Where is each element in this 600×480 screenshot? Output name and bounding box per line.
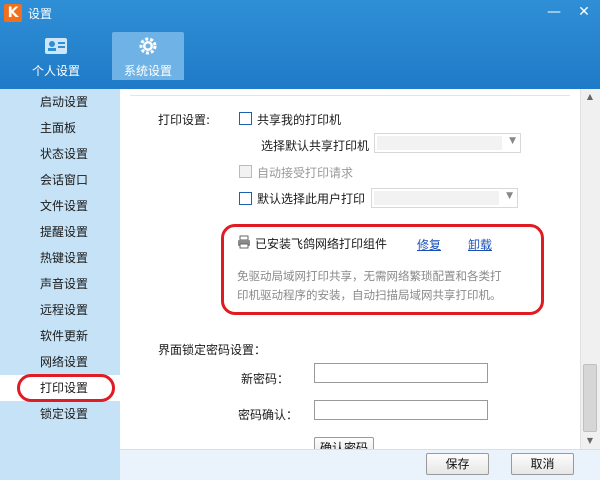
sidebar-item-software-update[interactable]: 软件更新 [0, 323, 120, 349]
sidebar-item-chat-window[interactable]: 会话窗口 [0, 167, 120, 193]
gear-icon [139, 37, 157, 55]
annotation-highlight-box [221, 224, 544, 315]
chevron-down-icon: ▼ [506, 191, 513, 201]
sidebar-item-main-panel[interactable]: 主面板 [0, 115, 120, 141]
tab-personal-settings[interactable]: 个人设置 [20, 32, 92, 80]
auto-accept-label: 自动接受打印请求 [257, 166, 354, 180]
scroll-up-icon[interactable]: ▲ [580, 89, 600, 105]
default-user-print-checkbox[interactable] [239, 192, 252, 205]
default-share-printer-label: 选择默认共享打印机 [261, 139, 370, 153]
tab-system-settings-label: 系统设置 [123, 64, 172, 78]
chevron-down-icon: ▼ [509, 136, 516, 146]
cancel-button[interactable]: 取消 [511, 453, 574, 475]
tab-system-settings[interactable]: 系统设置 [112, 32, 184, 80]
sidebar-item-hotkey[interactable]: 热键设置 [0, 245, 120, 271]
sidebar-item-network[interactable]: 网络设置 [0, 349, 120, 375]
sidebar-item-lock[interactable]: 锁定设置 [0, 401, 120, 427]
default-share-printer-select[interactable]: ▼ [374, 133, 521, 153]
sidebar-item-status[interactable]: 状态设置 [0, 141, 120, 167]
scrollbar-thumb[interactable] [583, 364, 597, 432]
sidebar-item-startup[interactable]: 启动设置 [0, 89, 120, 115]
lock-section-label: 界面锁定密码设置： [158, 343, 267, 357]
default-share-printer-value [377, 136, 502, 150]
window-title: 设置 [28, 7, 53, 21]
divider [130, 95, 570, 96]
sidebar-item-remote[interactable]: 远程设置 [0, 297, 120, 323]
confirm-password-label: 密码确认： [238, 408, 299, 422]
close-button[interactable]: ✕ [570, 0, 598, 24]
share-printer-checkbox[interactable] [239, 112, 252, 125]
print-section-label: 打印设置: [158, 113, 211, 127]
default-user-print-label: 默认选择此用户打印 [257, 192, 366, 206]
sidebar-item-sound[interactable]: 声音设置 [0, 271, 120, 297]
save-button[interactable]: 保存 [426, 453, 489, 475]
default-user-print-select[interactable]: ▼ [371, 188, 518, 208]
tab-personal-settings-label: 个人设置 [31, 64, 80, 78]
default-user-print-value [374, 191, 499, 205]
auto-accept-checkbox[interactable] [239, 165, 252, 178]
share-printer-label: 共享我的打印机 [257, 113, 342, 127]
sidebar-item-file[interactable]: 文件设置 [0, 193, 120, 219]
minimize-button[interactable]: — [540, 0, 568, 24]
app-logo-icon: K [4, 4, 22, 22]
annotation-highlight-oval [17, 374, 115, 402]
sidebar-item-reminder[interactable]: 提醒设置 [0, 219, 120, 245]
confirm-password-input[interactable] [314, 400, 488, 420]
id-card-icon [45, 38, 67, 54]
new-password-input[interactable] [314, 363, 488, 383]
new-password-label: 新密码： [241, 372, 290, 386]
scroll-down-icon[interactable]: ▼ [580, 433, 600, 449]
sidebar: 启动设置 主面板 状态设置 会话窗口 文件设置 提醒设置 热键设置 声音设置 远… [0, 89, 120, 480]
